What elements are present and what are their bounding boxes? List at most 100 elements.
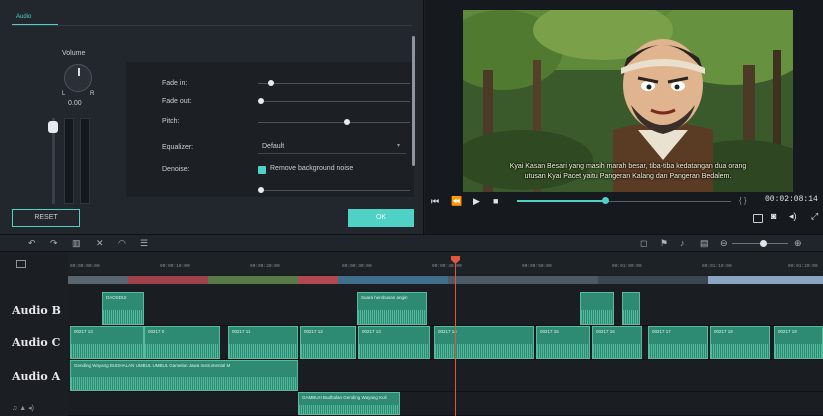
waveform <box>358 310 426 324</box>
clip-label: GAMBUH Budhalan Gending Wayang Kuli <box>302 395 387 400</box>
waveform <box>71 344 143 358</box>
waveform <box>775 344 822 358</box>
level-meter-right <box>80 118 90 204</box>
waveform <box>649 344 707 358</box>
stop-icon[interactable]: ■ <box>493 196 498 206</box>
fullscreen-icon[interactable] <box>753 214 763 223</box>
audio-clip[interactable]: 00217 16 <box>592 326 642 359</box>
ruler-tick: 00:00:00:00 <box>70 264 100 269</box>
tab-audio[interactable]: Audio <box>16 14 31 20</box>
timeline-ruler[interactable]: 00:00:00:00 00:00:10:00 00:00:20:00 00:0… <box>68 252 823 274</box>
progress-thumb[interactable] <box>602 197 609 204</box>
denoise-thumb[interactable] <box>258 187 264 193</box>
track-audio-extra[interactable]: GAMBUH Budhalan Gending Wayang Kuli <box>68 392 823 416</box>
video-frame[interactable]: Kyai Kasan Besari yang masih marah besar… <box>463 10 793 192</box>
ruler-tick: 00:01:00:00 <box>612 264 642 269</box>
playhead[interactable] <box>455 262 456 416</box>
denoise-slider[interactable] <box>258 190 410 191</box>
audio-clip[interactable]: Gending Wayang BUDHALAN UMBUL UMBUL Game… <box>70 360 298 391</box>
audio-clip[interactable]: 00217 14 <box>434 326 534 359</box>
fade-out-thumb[interactable] <box>258 98 264 104</box>
fade-in-label: Fade in: <box>162 80 188 87</box>
snapshot-icon[interactable]: ◙ <box>771 211 776 221</box>
knob-left-label: L <box>62 91 66 97</box>
zoom-slider-thumb[interactable] <box>760 240 767 247</box>
volume-icon[interactable]: ◂) <box>789 211 797 222</box>
audio-clip[interactable]: 00217 0 <box>144 326 220 359</box>
audio-clip[interactable]: Suara hembusan angin <box>357 292 427 325</box>
clip-label: 00217 13 <box>362 329 381 334</box>
track-audio-a[interactable]: Gending Wayang BUDHALAN UMBUL UMBUL Game… <box>68 360 823 392</box>
ok-button[interactable]: OK <box>348 209 414 227</box>
pitch-thumb[interactable] <box>344 119 350 125</box>
render-icon[interactable]: ◻ <box>640 238 647 249</box>
marker-icon[interactable]: ⚑ <box>660 238 668 249</box>
audio-clip[interactable]: 00217 15 <box>536 326 590 359</box>
track-audio-b[interactable]: DAOSDUI Suara hembusan angin <box>68 286 823 326</box>
mixer-icon[interactable]: ▤ <box>700 238 709 249</box>
pitch-slider[interactable] <box>258 122 410 123</box>
equalizer-select[interactable]: Default ▾ <box>258 140 406 154</box>
panel-scrollbar[interactable] <box>412 36 415 166</box>
clip-label: 00217 19 <box>778 329 797 334</box>
adjust-icon[interactable]: ☰ <box>140 238 148 249</box>
audio-clip[interactable]: 00217 19 <box>774 326 823 359</box>
preview-panel: Kyai Kasan Besari yang masih marah besar… <box>425 0 823 234</box>
music-note-icon[interactable]: ♫ <box>12 405 17 412</box>
clip-label: 00217 0 <box>148 329 165 334</box>
zoom-in-icon[interactable]: ⊕ <box>794 238 802 249</box>
ruler-tick: 00:01:20:00 <box>788 264 818 269</box>
waveform <box>593 344 641 358</box>
audio-clip[interactable] <box>580 292 614 325</box>
expand-icon[interactable]: ⤢ <box>811 211 818 222</box>
audio-clip[interactable]: DAOSDUI <box>102 292 144 325</box>
undo-icon[interactable]: ↶ <box>28 238 36 249</box>
fade-in-slider[interactable] <box>258 83 410 84</box>
lock-icon[interactable]: ▲ <box>19 405 26 412</box>
redo-icon[interactable]: ↷ <box>50 238 58 249</box>
audio-clip[interactable]: 00217 17 <box>648 326 708 359</box>
waveform <box>711 344 769 358</box>
waveform <box>145 344 219 358</box>
audio-clip[interactable]: 00217 12 <box>300 326 356 359</box>
clip-label: Gending Wayang BUDHALAN UMBUL UMBUL Game… <box>74 363 231 368</box>
audio-clip[interactable] <box>622 292 640 325</box>
ruler-tick: 00:00:40:00 <box>432 264 462 269</box>
speaker-icon[interactable]: ◂) <box>28 405 34 412</box>
video-thumbnail-strip[interactable] <box>68 276 823 284</box>
knob-right-label: R <box>90 91 95 97</box>
fade-in-thumb[interactable] <box>268 80 274 86</box>
add-track-icon[interactable] <box>16 260 26 268</box>
ruler-tick: 00:00:30:00 <box>342 264 372 269</box>
play-icon[interactable]: ▶ <box>473 196 480 207</box>
track-audio-c[interactable]: 00217 13 00217 0 00217 11 00217 12 00217… <box>68 326 823 360</box>
reset-button[interactable]: RESET <box>12 209 80 227</box>
in-out-markers[interactable]: { } <box>739 196 747 205</box>
ruler-tick: 00:00:50:00 <box>522 264 552 269</box>
ruler-tick: 00:01:10:00 <box>702 264 732 269</box>
fade-out-slider[interactable] <box>258 101 410 102</box>
audio-clip[interactable]: 00217 18 <box>710 326 770 359</box>
subtitle: Kyai Kasan Besari yang masih marah besar… <box>463 162 793 182</box>
audio-clip[interactable]: 00217 13 <box>70 326 144 359</box>
volume-slider-thumb[interactable] <box>48 121 58 133</box>
speed-icon[interactable]: ◠ <box>118 238 126 249</box>
zoom-out-icon[interactable]: ⊖ <box>720 238 728 249</box>
denoise-checkbox[interactable] <box>258 166 266 174</box>
mic-icon[interactable]: ♪ <box>680 238 685 248</box>
subtitle-line-1: Kyai Kasan Besari yang masih marah besar… <box>509 163 747 170</box>
volume-knob[interactable] <box>64 64 92 92</box>
audio-clip[interactable]: GAMBUH Budhalan Gending Wayang Kuli <box>298 392 400 415</box>
audio-clip[interactable]: 00217 13 <box>358 326 430 359</box>
waveform <box>359 344 429 358</box>
skip-back-icon[interactable]: ⏮ <box>431 196 439 207</box>
waveform <box>435 344 533 358</box>
waveform <box>581 310 613 324</box>
audio-clip[interactable]: 00217 11 <box>228 326 298 359</box>
delete-icon[interactable]: ▥ <box>72 238 81 249</box>
timeline-toolbar: ↶ ↷ ▥ ✕ ◠ ☰ ◻ ⚑ ♪ ▤ ⊖ ⊕ <box>0 234 823 252</box>
cut-icon[interactable]: ✕ <box>96 238 104 249</box>
step-back-icon[interactable]: ⏪ <box>451 196 462 207</box>
clip-label: 00217 14 <box>438 329 457 334</box>
track-label-audio-b: Audio B <box>12 304 61 317</box>
